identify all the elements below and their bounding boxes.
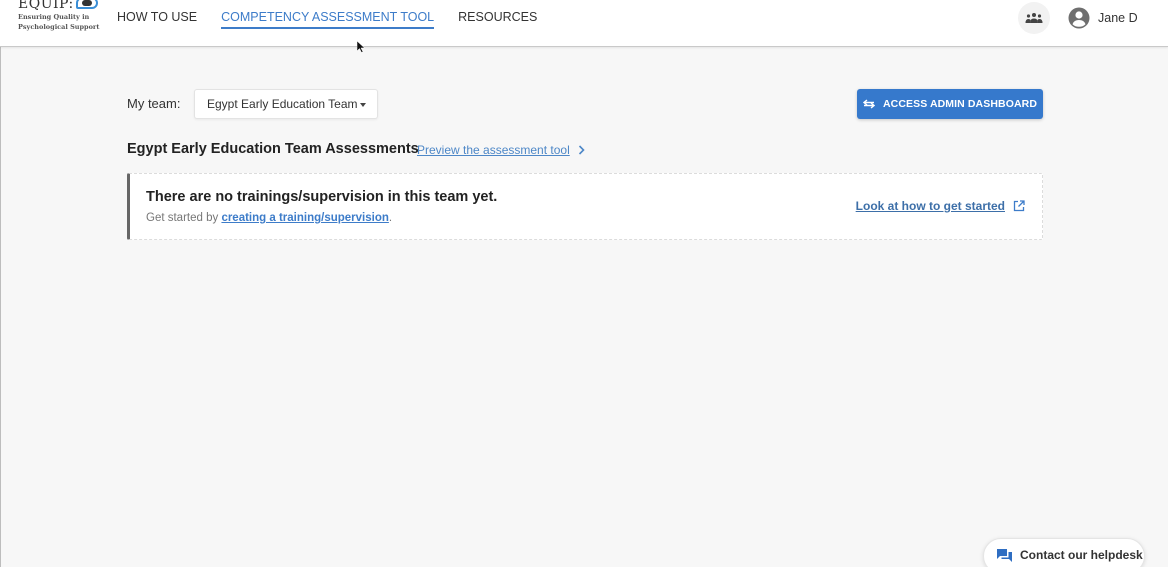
empty-state-subtitle: Get started by creating a training/super… <box>146 212 392 224</box>
team-select-dropdown[interactable]: Egypt Early Education Team <box>194 89 378 119</box>
my-team-label: My team: <box>127 96 181 111</box>
get-started-label: Look at how to get started <box>855 199 1005 213</box>
team-icon <box>1025 13 1043 23</box>
team-select-value: Egypt Early Education Team <box>207 97 358 111</box>
empty-state-suffix: . <box>388 212 393 224</box>
team-switch-button[interactable] <box>1018 2 1050 34</box>
helpdesk-label: Contact our helpdesk <box>1020 548 1143 562</box>
chevron-right-icon <box>578 145 585 155</box>
empty-state-card: There are no trainings/supervision in th… <box>127 173 1043 240</box>
window-edge <box>0 0 1 567</box>
preview-link-label: Preview the assessment tool <box>417 143 570 157</box>
create-training-link[interactable]: creating a training/supervision <box>221 212 388 224</box>
logo-subtitle-2: Psychological Support <box>18 23 100 31</box>
equip-logo[interactable]: EQUIP: Ensuring Quality in Psychological… <box>18 0 108 36</box>
main-nav: HOW TO USE COMPETENCY ASSESSMENT TOOL RE… <box>117 0 561 46</box>
how-to-get-started-link[interactable]: Look at how to get started <box>856 199 1025 213</box>
nav-competency-assessment-tool[interactable]: COMPETENCY ASSESSMENT TOOL <box>221 0 435 46</box>
admin-button-label: ACCESS ADMIN DASHBOARD <box>882 98 1038 110</box>
swap-arrows-icon <box>862 99 875 109</box>
external-link-icon <box>1013 200 1025 212</box>
top-header: EQUIP: Ensuring Quality in Psychological… <box>0 0 1168 47</box>
account-circle-icon <box>1068 7 1090 29</box>
empty-state-prefix: Get started by <box>146 212 222 224</box>
preview-assessment-tool-link[interactable]: Preview the assessment tool <box>417 143 585 157</box>
access-admin-dashboard-button[interactable]: ACCESS ADMIN DASHBOARD <box>857 89 1043 119</box>
user-name: Jane D <box>1098 11 1138 25</box>
mouse-cursor-icon <box>357 41 365 53</box>
user-menu[interactable]: Jane D <box>1068 7 1138 29</box>
logo-title: EQUIP: <box>18 0 74 12</box>
contact-helpdesk-button[interactable]: Contact our helpdesk <box>983 538 1145 567</box>
nav-how-to-use[interactable]: HOW TO USE <box>117 0 197 46</box>
section-title: Egypt Early Education Team Assessments <box>127 141 419 157</box>
empty-state-title: There are no trainings/supervision in th… <box>146 189 498 205</box>
caret-down-icon <box>360 103 366 107</box>
logo-subtitle-1: Ensuring Quality in <box>18 13 90 21</box>
chat-icon <box>996 548 1013 563</box>
speech-bubble-icon <box>75 0 98 9</box>
nav-resources[interactable]: RESOURCES <box>458 0 537 46</box>
